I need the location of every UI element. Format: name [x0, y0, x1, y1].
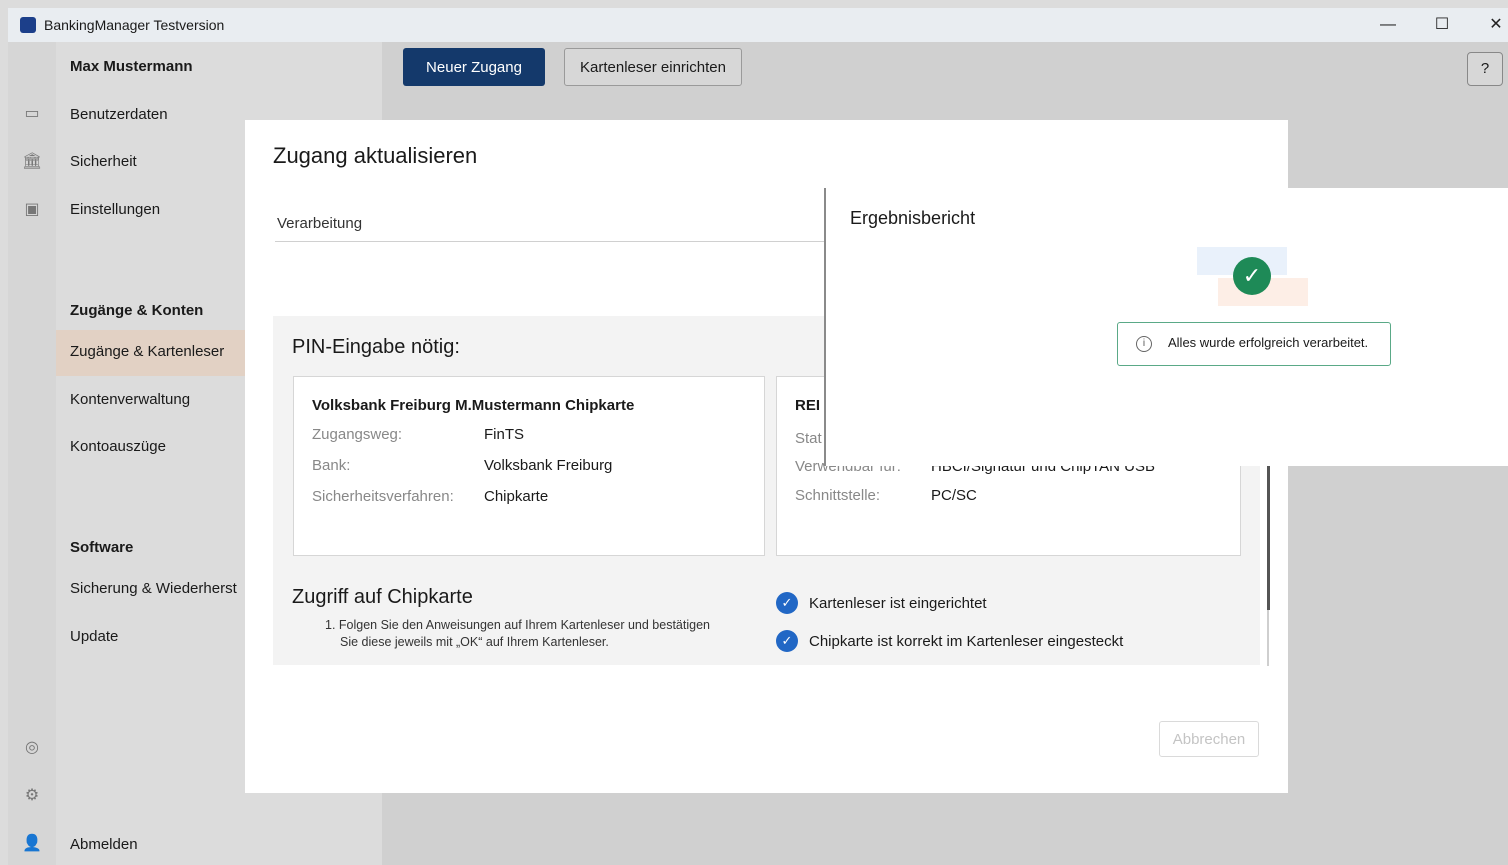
- instruction-text: 1. Folgen Sie den Anweisungen auf Ihrem …: [325, 617, 710, 651]
- instruction-line-2: Sie diese jeweils mit „OK“ auf Ihrem Kar…: [340, 635, 609, 649]
- sidebar-section-software: Software: [70, 539, 134, 556]
- tab-verarbeitung[interactable]: Verarbeitung: [277, 215, 362, 232]
- sidebar-item-abmelden[interactable]: Abmelden: [70, 836, 138, 853]
- sidebar-item-einstellungen[interactable]: Einstellungen: [70, 201, 160, 218]
- dialog-title: Zugang aktualisieren: [273, 143, 478, 168]
- security-method-label: Sicherheitsverfahren:: [312, 488, 454, 505]
- card-inserted-status: Chipkarte ist korrekt im Kartenleser ein…: [809, 633, 1124, 650]
- pin-heading: PIN-Eingabe nötig:: [292, 336, 460, 358]
- settings-monitor-icon[interactable]: ▣: [22, 200, 42, 220]
- access-path-value: FinTS: [484, 426, 525, 443]
- support-icon[interactable]: ◎: [22, 738, 42, 758]
- info-icon: i: [1136, 336, 1152, 352]
- success-message: Alles wurde erfolgreich verarbeitet.: [1168, 335, 1369, 350]
- reader-interface-label: Schnittstelle:: [795, 487, 881, 504]
- app-logo-icon: [20, 17, 36, 33]
- bank-label: Bank:: [312, 457, 351, 474]
- instruction-line-1: 1. Folgen Sie den Anweisungen auf Ihrem …: [325, 618, 710, 632]
- sidebar-item-sicherung[interactable]: Sicherung & Wiederherst: [70, 580, 237, 597]
- sidebar-item-kontenverwaltung[interactable]: Kontenverwaltung: [70, 391, 190, 408]
- reader-title: REI: [795, 397, 821, 414]
- sidebar-section-accounts: Zugänge & Konten: [70, 302, 204, 319]
- sidebar-item-benutzerdaten[interactable]: Benutzerdaten: [70, 106, 168, 123]
- reader-ready-status: Kartenleser ist eingerichtet: [809, 595, 987, 612]
- close-button[interactable]: ✕: [1476, 12, 1508, 38]
- success-check-icon: ✓: [1233, 257, 1271, 295]
- user-card-icon[interactable]: ▭: [22, 104, 42, 124]
- security-method-value: Chipkarte: [484, 488, 549, 505]
- user-icon[interactable]: 👤: [22, 834, 42, 854]
- access-path-label: Zugangsweg:: [312, 426, 403, 443]
- chip-access-heading: Zugriff auf Chipkarte: [292, 586, 473, 608]
- reader-interface-value: PC/SC: [931, 487, 977, 504]
- title-bar: BankingManager Testversion — ☐ ✕: [8, 8, 1508, 42]
- check-icon: ✓: [776, 592, 798, 614]
- sidebar-item-update[interactable]: Update: [70, 628, 118, 645]
- setup-card-reader-button[interactable]: Kartenleser einrichten: [564, 48, 742, 86]
- sidebar-item-kontoauszuege[interactable]: Kontoauszüge: [70, 438, 166, 455]
- gear-icon[interactable]: ⚙: [22, 786, 42, 806]
- new-access-button[interactable]: Neuer Zugang: [403, 48, 545, 86]
- result-report-panel: Ergebnisbericht ✓ i Alles wurde erfolgre…: [824, 188, 1508, 466]
- report-title: Ergebnisbericht: [850, 208, 976, 228]
- sidebar-user-name: Max Mustermann: [70, 58, 193, 75]
- bank-icon[interactable]: 🏛: [22, 152, 42, 172]
- check-icon: ✓: [776, 630, 798, 652]
- bank-card-info: Volksbank Freiburg M.Mustermann Chipkart…: [293, 376, 765, 556]
- success-message-box: i Alles wurde erfolgreich verarbeitet.: [1117, 322, 1391, 366]
- sidebar-item-zugaenge-kartenleser[interactable]: Zugänge & Kartenleser: [70, 343, 224, 360]
- card-title: Volksbank Freiburg M.Mustermann Chipkart…: [312, 397, 635, 414]
- tab-divider: [275, 241, 825, 242]
- maximize-button[interactable]: ☐: [1422, 12, 1462, 38]
- sidebar-item-sicherheit[interactable]: Sicherheit: [70, 153, 137, 170]
- window-title: BankingManager Testversion: [44, 17, 225, 33]
- cancel-button[interactable]: Abbrechen: [1159, 721, 1259, 757]
- help-icon[interactable]: ?: [1467, 52, 1503, 86]
- icon-rail: ▭ 🏛 ▣ ◎ ⚙ 👤: [8, 42, 56, 865]
- reader-status-label: Stat: [795, 430, 822, 447]
- minimize-button[interactable]: —: [1368, 12, 1408, 38]
- bank-value: Volksbank Freiburg: [484, 457, 613, 474]
- scrollbar-track[interactable]: [1267, 610, 1269, 666]
